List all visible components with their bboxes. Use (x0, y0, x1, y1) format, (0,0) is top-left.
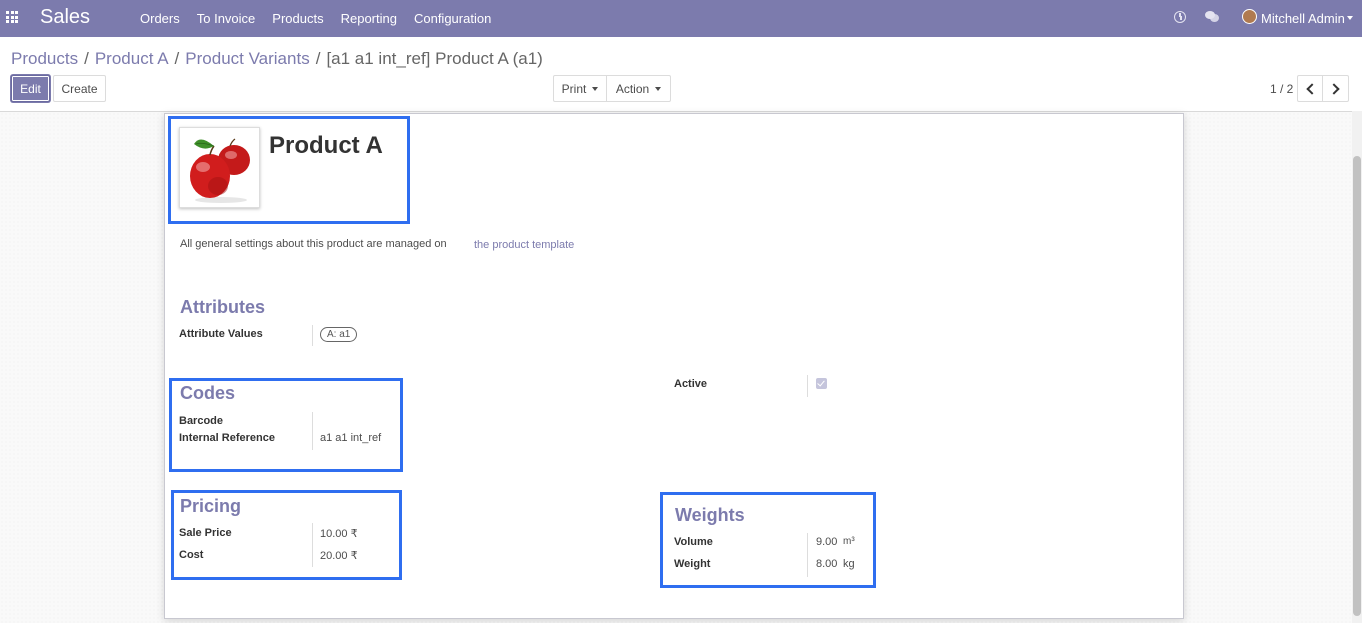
breadcrumb-product-variants[interactable]: Product Variants (185, 49, 309, 68)
vertical-scrollbar[interactable] (1352, 111, 1362, 623)
pager-next-button[interactable] (1322, 75, 1349, 102)
breadcrumb-products[interactable]: Products (11, 49, 78, 68)
highlight-box-pricing (171, 490, 402, 580)
menu-item-products[interactable]: Products (272, 11, 323, 26)
breadcrumb-current: [a1 a1 int_ref] Product A (a1) (326, 49, 543, 68)
highlight-box-product-header (168, 116, 410, 224)
app-name[interactable]: Sales (40, 6, 90, 29)
edit-button-label: Edit (20, 81, 41, 96)
template-info-text: All general settings about this product … (180, 238, 447, 250)
action-button-label: Action (615, 81, 650, 96)
menu-item-orders[interactable]: Orders (140, 11, 180, 26)
activity-clock-icon[interactable] (1174, 11, 1186, 23)
edit-button[interactable]: Edit (11, 75, 50, 102)
apps-menu-icon[interactable] (6, 11, 18, 23)
breadcrumb: Products / Product A / Product Variants / [a1 … (11, 49, 543, 69)
attribute-values-label: Attribute Values (179, 328, 263, 340)
menu-item-reporting[interactable]: Reporting (341, 11, 397, 26)
action-dropdown-button[interactable]: Action (606, 75, 671, 102)
attributes-title: Attributes (180, 297, 265, 317)
breadcrumb-separator: / (174, 49, 180, 68)
active-label: Active (674, 378, 708, 390)
pager-previous-button[interactable] (1297, 75, 1323, 102)
user-menu-name[interactable]: Mitchell Admin (1261, 11, 1345, 26)
main-menu: Orders To Invoice Products Reporting Con… (140, 11, 508, 26)
breadcrumb-separator: / (315, 49, 321, 68)
create-button[interactable]: Create (53, 75, 106, 102)
attribute-value-tag: A: a1 (320, 327, 358, 342)
caret-down-icon (592, 86, 599, 91)
print-button-label: Print (561, 81, 587, 96)
field-divider (312, 325, 313, 346)
chevron-right-icon (1328, 82, 1340, 95)
top-navbar: Sales Orders To Invoice Products Reporti… (0, 0, 1362, 37)
highlight-box-weights (660, 492, 876, 588)
chevron-left-icon (1305, 82, 1318, 95)
highlight-box-codes (169, 378, 403, 472)
breadcrumb-product-a[interactable]: Product A (95, 49, 169, 68)
user-menu-caret-icon[interactable] (1347, 16, 1353, 20)
menu-item-configuration[interactable]: Configuration (414, 11, 491, 26)
user-avatar[interactable] (1242, 9, 1257, 24)
breadcrumb-separator: / (84, 49, 89, 68)
create-button-label: Create (61, 81, 98, 96)
pager-value[interactable]: 1 / 2 (1270, 82, 1293, 96)
print-dropdown-button[interactable]: Print (553, 75, 607, 102)
active-checkbox[interactable] (816, 378, 827, 389)
field-divider (807, 375, 808, 397)
caret-down-icon (655, 86, 662, 91)
product-template-link[interactable]: the product template (474, 239, 574, 251)
menu-item-to-invoice[interactable]: To Invoice (197, 11, 256, 26)
scrollbar-thumb[interactable] (1353, 156, 1361, 616)
messaging-chat-icon[interactable] (1205, 11, 1219, 22)
